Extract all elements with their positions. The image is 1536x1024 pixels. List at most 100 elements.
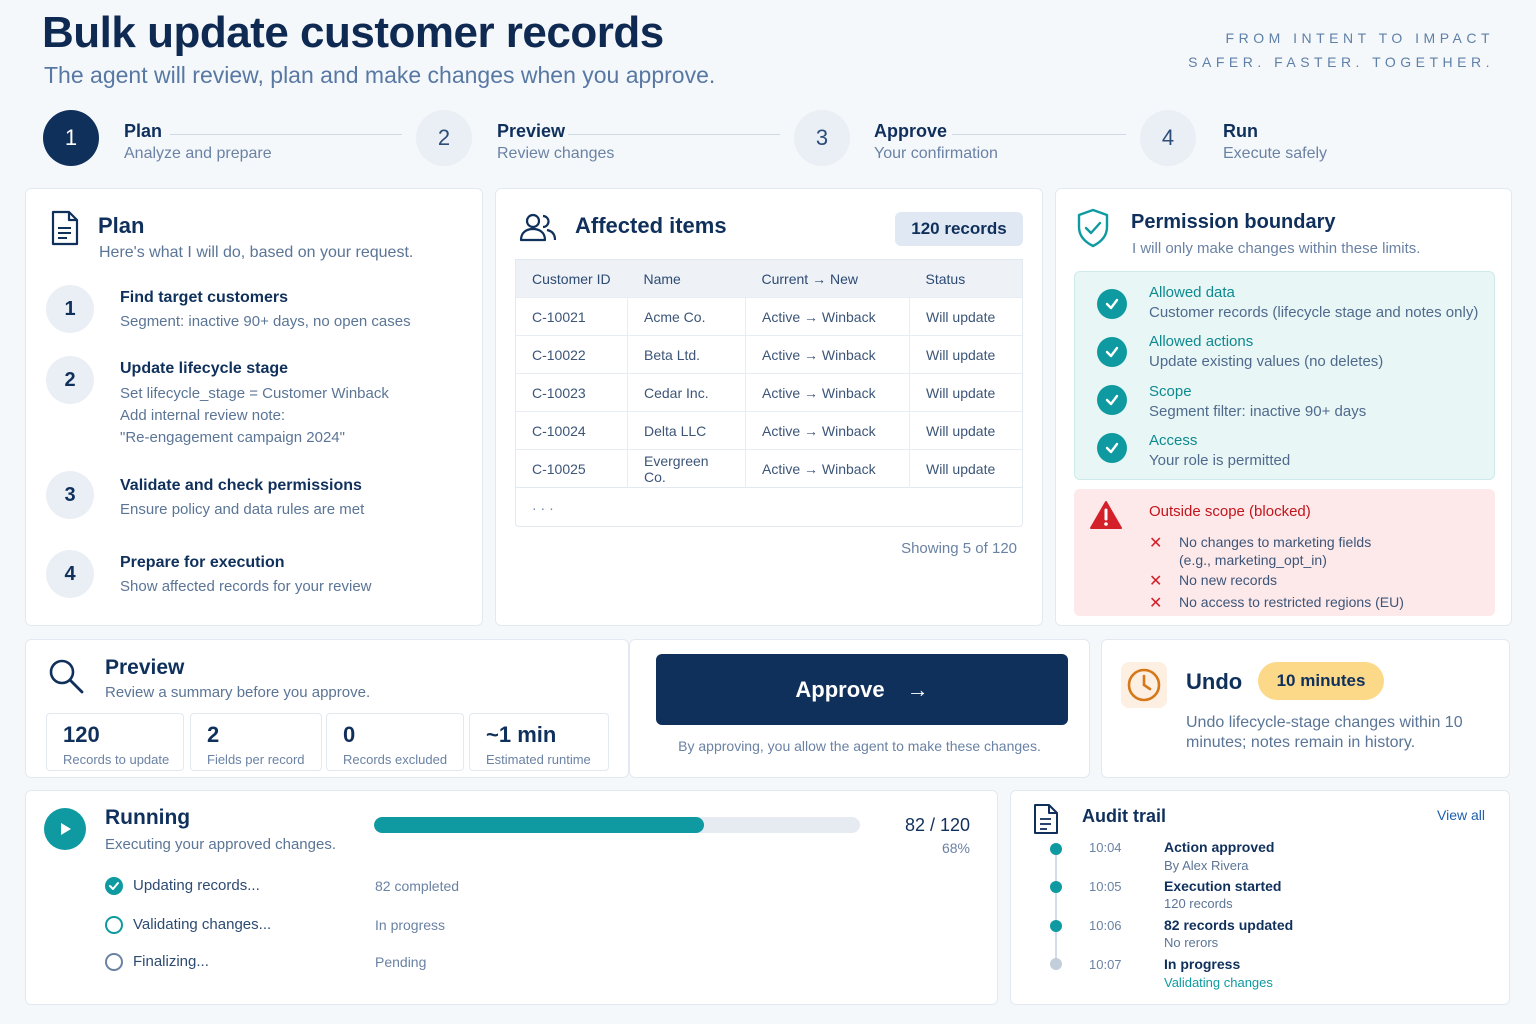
showing-count: Showing 5 of 120 xyxy=(901,540,1017,557)
audit-entry-sub: No rerors xyxy=(1164,935,1219,950)
check-circle-icon xyxy=(105,877,123,895)
blocked-item: No changes to marketing fields xyxy=(1179,534,1372,550)
table-row[interactable]: C-10025 Evergreen Co. Active → Winback W… xyxy=(515,449,1023,488)
users-icon xyxy=(519,213,557,242)
audit-time: 10:05 xyxy=(1089,879,1122,894)
table-row[interactable]: C-10021 Acme Co. Active → Winback Will u… xyxy=(515,297,1023,336)
step-4-title: Run xyxy=(1223,121,1258,141)
progress-count: 82 / 120 xyxy=(904,815,970,835)
undo-card xyxy=(1101,639,1510,778)
plan-step-title: Find target customers xyxy=(120,289,289,306)
step-1-subtitle: Analyze and prepare xyxy=(124,145,272,162)
audit-entry-sub: By Alex Rivera xyxy=(1164,858,1249,873)
column-header[interactable]: Customer ID xyxy=(515,259,628,298)
cell-customer-id: C-10022 xyxy=(515,335,628,374)
check-icon xyxy=(1097,337,1127,367)
task-label: Validating changes... xyxy=(133,916,272,933)
audit-entry-title: Action approved xyxy=(1164,839,1275,855)
cell-change: Active → Winback xyxy=(745,411,910,450)
play-icon xyxy=(44,808,86,850)
cell-name: Acme Co. xyxy=(627,297,746,336)
step-2-subtitle: Review changes xyxy=(497,145,615,162)
table-row[interactable]: C-10024 Delta LLC Active → Winback Will … xyxy=(515,411,1023,450)
cell-customer-id: C-10024 xyxy=(515,411,628,450)
plan-step-title: Update lifecycle stage xyxy=(120,360,289,377)
cell-status: Will update xyxy=(909,297,1023,336)
blocked-title: Outside scope (blocked) xyxy=(1149,503,1311,520)
undo-desc: minutes; notes remain in history. xyxy=(1186,734,1416,751)
audit-entry-title: 82 records updated xyxy=(1164,917,1294,933)
approve-button[interactable]: Approve → xyxy=(656,654,1068,725)
step-4-number[interactable]: 4 xyxy=(1140,110,1196,166)
document-icon xyxy=(1034,804,1058,834)
allowed-title: Access xyxy=(1149,432,1198,449)
search-icon xyxy=(49,659,84,694)
step-4-subtitle: Execute safely xyxy=(1223,145,1328,162)
column-header[interactable]: Status xyxy=(909,259,1023,298)
allowed-desc: Customer records (lifecycle stage and no… xyxy=(1149,304,1479,321)
timeline-dot xyxy=(1050,843,1062,855)
cell-name: Evergreen Co. xyxy=(627,449,746,488)
plan-step-desc: Ensure policy and data rules are met xyxy=(120,501,365,518)
blocked-item-detail: (e.g., marketing_opt_in) xyxy=(1179,552,1327,568)
column-header[interactable]: Name xyxy=(627,259,746,298)
step-2-number[interactable]: 2 xyxy=(416,110,472,166)
record-count-badge: 120 records xyxy=(895,212,1023,246)
plan-step-desc: Set lifecycle_stage = Customer Winback xyxy=(120,385,389,402)
allowed-title: Allowed data xyxy=(1149,284,1235,301)
undo-title: Undo xyxy=(1186,669,1243,694)
blocked-item: No new records xyxy=(1179,572,1278,588)
cell-name: Cedar Inc. xyxy=(627,373,746,412)
task-label: Updating records... xyxy=(133,877,260,894)
audit-time: 10:04 xyxy=(1089,840,1122,855)
step-3-subtitle: Your confirmation xyxy=(874,145,998,162)
cell-change: Active → Winback xyxy=(745,449,910,488)
permission-title: Permission boundary xyxy=(1131,211,1336,233)
plan-step-number: 1 xyxy=(46,285,94,333)
cell-change: Active → Winback xyxy=(745,335,910,374)
audit-time: 10:07 xyxy=(1089,957,1122,972)
check-icon xyxy=(1097,385,1127,415)
table-row[interactable]: C-10023 Cedar Inc. Active → Winback Will… xyxy=(515,373,1023,412)
cell-name: Delta LLC xyxy=(627,411,746,450)
document-icon xyxy=(51,210,79,246)
blocked-item: No access to restricted regions (EU) xyxy=(1179,594,1404,610)
progress-fill xyxy=(374,817,705,833)
stat-label: Records to update xyxy=(63,752,170,767)
cell-status: Will update xyxy=(909,449,1023,488)
stat-value: 2 xyxy=(207,722,220,747)
pending-circle-icon xyxy=(105,953,123,971)
cell-status: Will update xyxy=(909,373,1023,412)
affected-items-title: Affected items xyxy=(575,213,727,238)
step-1-number[interactable]: 1 xyxy=(43,110,99,166)
table-header-row: Customer ID Name Current → New Status xyxy=(515,259,1023,298)
plan-step-number: 4 xyxy=(46,550,94,598)
stat-fields-per-record: 2 Fields per record xyxy=(190,713,322,771)
step-3-title: Approve xyxy=(874,121,948,141)
allowed-desc: Segment filter: inactive 90+ days xyxy=(1149,403,1367,420)
in-progress-circle-icon xyxy=(105,916,123,934)
plan-step-title: Validate and check permissions xyxy=(120,477,362,494)
task-status: Pending xyxy=(375,954,427,970)
table-row[interactable]: C-10022 Beta Ltd. Active → Winback Will … xyxy=(515,335,1023,374)
undo-desc: Undo lifecycle-stage changes within 10 xyxy=(1186,714,1463,731)
preview-title: Preview xyxy=(105,656,185,679)
column-header[interactable]: Current → New xyxy=(745,259,910,298)
cell-change: Active → Winback xyxy=(745,297,910,336)
stat-value: 120 xyxy=(63,722,100,747)
allowed-desc: Update existing values (no deletes) xyxy=(1149,353,1384,370)
clock-icon xyxy=(1121,662,1167,708)
x-icon: ✕ xyxy=(1149,535,1163,552)
stat-records-to-update: 120 Records to update xyxy=(46,713,184,771)
audit-entry-title: In progress xyxy=(1164,956,1241,972)
check-icon xyxy=(1097,433,1127,463)
task-label: Finalizing... xyxy=(133,953,209,970)
stat-value: ~1 min xyxy=(486,722,557,747)
step-3-number[interactable]: 3 xyxy=(794,110,850,166)
allowed-title: Allowed actions xyxy=(1149,333,1254,350)
timeline-dot xyxy=(1050,881,1062,893)
view-all-link[interactable]: View all xyxy=(1437,807,1485,823)
warning-icon xyxy=(1090,501,1122,529)
approve-button-label: Approve xyxy=(795,676,885,702)
permission-subtitle: I will only make changes within these li… xyxy=(1132,240,1421,257)
